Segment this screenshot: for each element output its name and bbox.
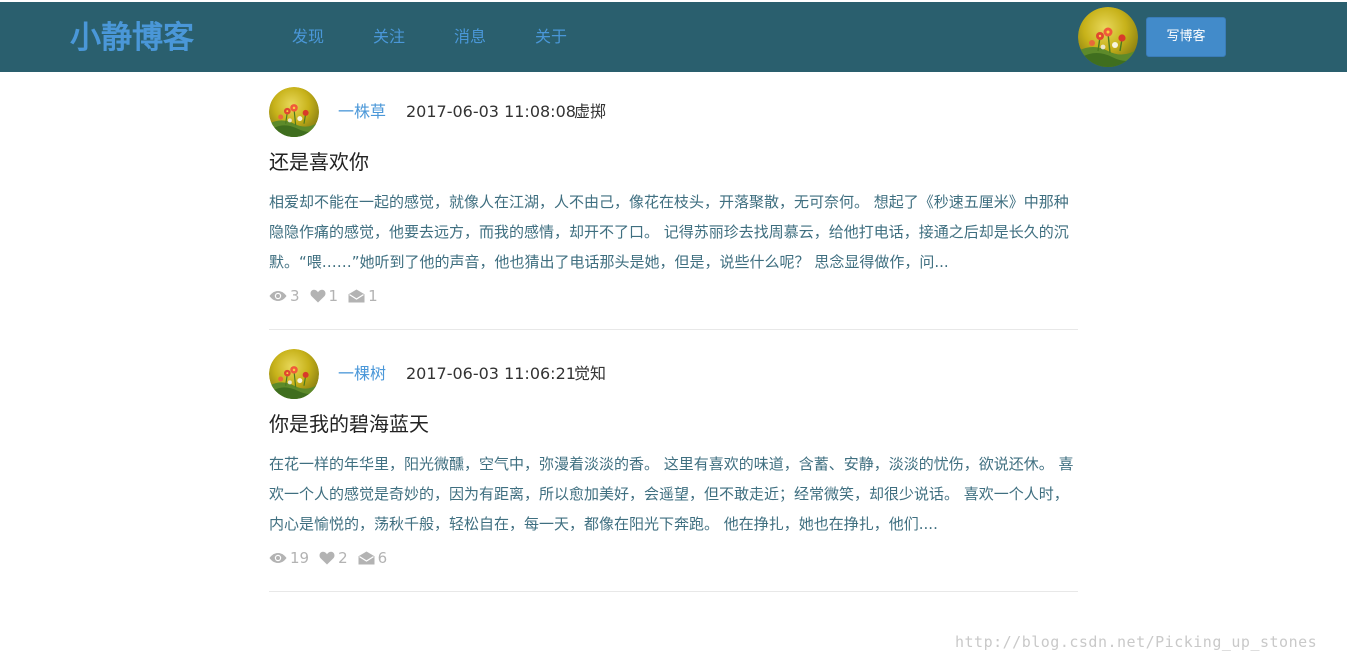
- user-avatar[interactable]: [1078, 7, 1138, 67]
- likes-count: 2: [338, 549, 348, 567]
- nav-follow[interactable]: 关注: [373, 27, 405, 47]
- likes-stat[interactable]: 1: [310, 287, 339, 305]
- nav-about[interactable]: 关于: [535, 27, 567, 47]
- envelope-icon: [348, 289, 365, 303]
- views-count: 19: [290, 549, 310, 567]
- nav-discover[interactable]: 发现: [292, 27, 324, 47]
- post-stats: 19 2 6: [269, 548, 397, 568]
- write-blog-button[interactable]: 写博客: [1146, 17, 1226, 57]
- envelope-icon: [358, 551, 375, 565]
- comments-stat[interactable]: 6: [358, 549, 388, 567]
- views-stat[interactable]: 19: [269, 549, 309, 567]
- post-excerpt: 在花一样的年华里，阳光微醺，空气中，弥漫着淡淡的香。 这里有喜欢的味道，含蓄、安…: [269, 455, 1074, 533]
- heart-icon: [319, 551, 335, 565]
- eye-icon: [269, 290, 287, 302]
- brand-logo[interactable]: 小静博客: [70, 20, 194, 56]
- post-stats: 3 1 1: [269, 286, 388, 306]
- flower-avatar-icon: [1078, 7, 1138, 67]
- comments-count: 1: [368, 287, 378, 305]
- comments-stat[interactable]: 1: [348, 287, 378, 305]
- author-avatar[interactable]: [269, 349, 319, 399]
- views-count: 3: [290, 287, 300, 305]
- post-author[interactable]: 一棵树: [338, 364, 386, 384]
- post-author[interactable]: 一株草: [338, 102, 386, 122]
- comments-count: 6: [377, 549, 388, 567]
- top-navbar: 小静博客 发现 关注 消息 关于 写博客: [0, 2, 1347, 72]
- post-excerpt: 相爱却不能在一起的感觉，就像人在江湖，人不由己，像花在枝头，开落聚散，无可奈何。…: [269, 193, 1069, 271]
- nav-messages[interactable]: 消息: [454, 27, 486, 47]
- post-category[interactable]: 虚掷: [574, 102, 606, 122]
- author-avatar[interactable]: [269, 87, 319, 137]
- likes-count: 1: [328, 287, 339, 305]
- heart-icon: [310, 289, 326, 303]
- watermark-text: http://blog.csdn.net/Picking_up_stones: [955, 633, 1318, 651]
- post-date: 2017-06-03 11:08:08: [406, 102, 576, 121]
- post-card: 一株草 2017-06-03 11:08:08 虚掷 还是喜欢你 相爱却不能在一…: [269, 87, 1078, 330]
- views-stat[interactable]: 3: [269, 287, 300, 305]
- likes-stat[interactable]: 2: [319, 549, 348, 567]
- eye-icon: [269, 552, 287, 564]
- flower-avatar-icon: [269, 87, 319, 137]
- post-category[interactable]: 觉知: [574, 364, 606, 384]
- post-date: 2017-06-03 11:06:21: [406, 364, 576, 383]
- page: 小静博客 发现 关注 消息 关于 写博客 一株草 2017-06-03 11:0…: [0, 0, 1347, 664]
- flower-avatar-icon: [269, 349, 319, 399]
- post-title[interactable]: 你是我的碧海蓝天: [269, 411, 429, 437]
- post-title[interactable]: 还是喜欢你: [269, 149, 369, 175]
- post-card: 一棵树 2017-06-03 11:06:21 觉知 你是我的碧海蓝天 在花一样…: [269, 349, 1078, 592]
